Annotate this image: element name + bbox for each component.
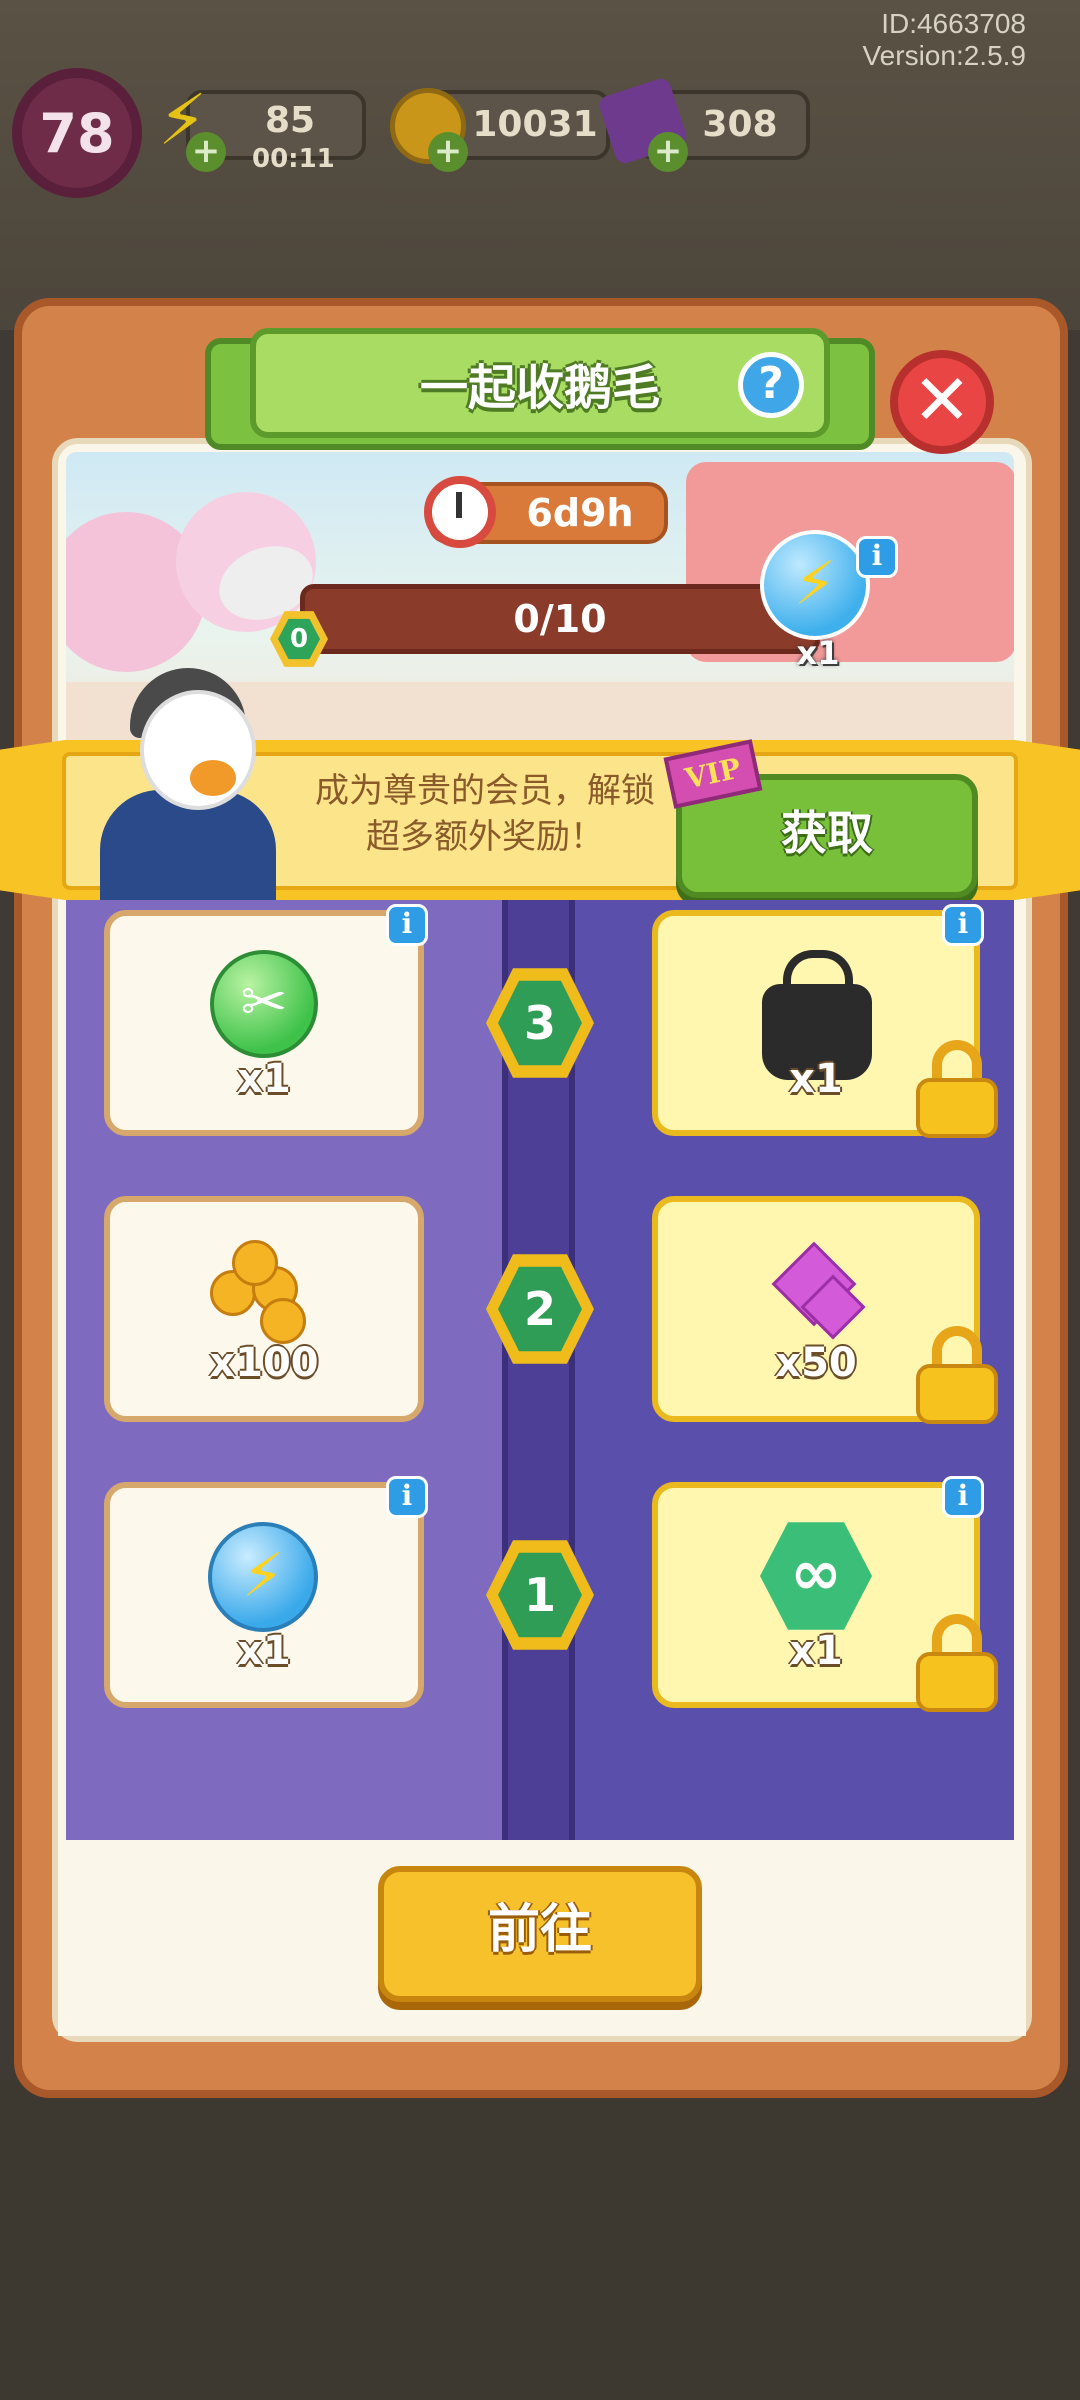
info-button[interactable]: i	[856, 536, 898, 578]
reward-qty: x50	[775, 1340, 857, 1386]
add-energy-button[interactable]: +	[186, 132, 226, 172]
lock-icon-body	[916, 1364, 998, 1424]
energy-orb-icon[interactable]: ⚡	[760, 530, 870, 640]
clock-hand	[456, 492, 462, 518]
progress-reward-qty: x1	[796, 634, 840, 672]
energy-timer: 00:11	[252, 144, 335, 174]
go-button-label: 前往	[487, 1900, 592, 1960]
add-coins-button[interactable]: +	[428, 132, 468, 172]
add-gems-button[interactable]: +	[648, 132, 688, 172]
user-id: ID:4663708	[881, 8, 1026, 39]
scissors-icon: ✂	[210, 950, 318, 1058]
reward-qty: x1	[789, 1628, 843, 1674]
energy-orb-icon: ⚡	[208, 1522, 318, 1632]
reward-qty: x1	[237, 1628, 291, 1674]
debug-info: ID:4663708 Version:2.5.9	[863, 8, 1026, 72]
close-button[interactable]: ✕	[890, 350, 994, 454]
info-button[interactable]: i	[386, 904, 428, 946]
gem-value: 308	[702, 104, 778, 145]
dialog-title: 一起收鹅毛	[419, 360, 660, 416]
reward-qty: x1	[237, 1056, 291, 1102]
coins-pile-icon	[260, 1298, 306, 1344]
game-background-bottom	[0, 2080, 1080, 2400]
event-timer-text: 6d9h	[526, 491, 634, 535]
app-version: Version:2.5.9	[862, 40, 1026, 71]
help-button[interactable]: ?	[738, 352, 804, 418]
coin-value: 10031	[472, 104, 598, 145]
info-button[interactable]: i	[386, 1476, 428, 1518]
lightning-icon: ⚡	[793, 549, 837, 619]
info-button[interactable]: i	[942, 904, 984, 946]
reward-qty: x1	[789, 1056, 843, 1102]
lock-icon-body	[916, 1652, 998, 1712]
energy-value: 85	[264, 100, 316, 141]
reward-qty: x100	[209, 1340, 319, 1386]
coins-pile-icon	[232, 1240, 278, 1286]
player-level-badge[interactable]: 78	[12, 68, 142, 198]
goose-beak	[190, 760, 236, 796]
player-level: 78	[39, 101, 115, 165]
progress-text: 0/10	[513, 597, 607, 641]
vip-message: 成为尊贵的会员，解锁超多额外奖励！	[315, 771, 655, 857]
lock-icon-body	[916, 1078, 998, 1138]
info-button[interactable]: i	[942, 1476, 984, 1518]
